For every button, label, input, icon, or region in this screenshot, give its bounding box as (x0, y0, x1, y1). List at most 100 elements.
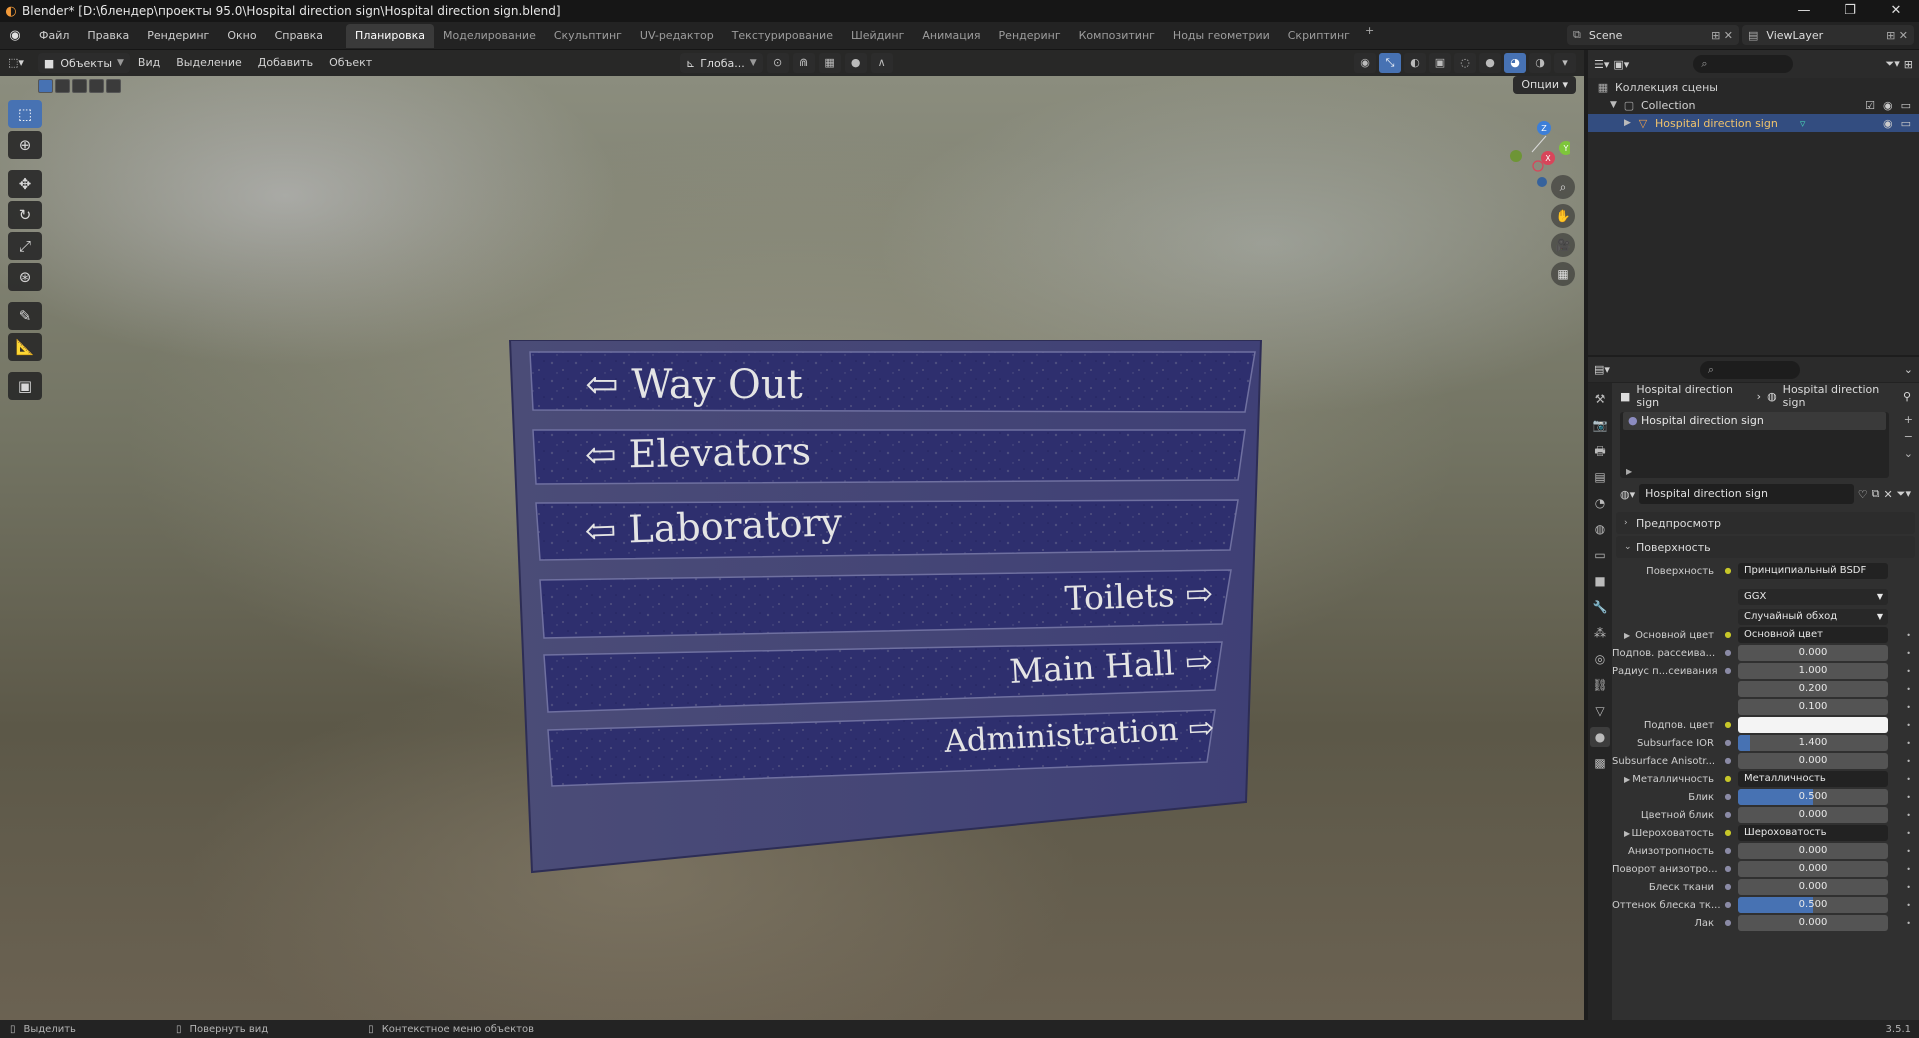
menu-window[interactable]: Окно (218, 22, 265, 50)
snap-icon[interactable]: ⋒ (792, 53, 815, 73)
number-field[interactable]: 1.400 (1738, 735, 1888, 751)
rotate-tool-icon[interactable]: ↻ (8, 201, 42, 229)
scene-tab-icon[interactable]: ◔ (1590, 493, 1610, 513)
keyframe-dot-icon[interactable]: • (1906, 721, 1911, 730)
unlink-material-icon[interactable]: ✕ (1883, 488, 1892, 501)
keyframe-dot-icon[interactable]: • (1906, 739, 1911, 748)
keyframe-dot-icon[interactable]: • (1906, 757, 1911, 766)
pan-hand-icon[interactable]: ✋ (1551, 204, 1575, 228)
blender-menu-icon[interactable]: ◉ (0, 28, 30, 43)
3d-viewport[interactable]: ⬚▾ ■ Объекты ▼ Вид Выделение Добавить Об… (0, 50, 1584, 1020)
rendered-shading-icon[interactable]: ◑ (1529, 53, 1551, 73)
socket-icon[interactable]: ● (1722, 827, 1734, 839)
proportional-edit-icon[interactable]: ● (844, 53, 867, 73)
select-intersect-icon[interactable] (106, 79, 121, 93)
socket-icon[interactable]: ● (1722, 809, 1734, 821)
number-field[interactable]: 0.000 (1738, 807, 1888, 823)
physics-tab-icon[interactable]: ◎ (1590, 649, 1610, 669)
outliner-search-input[interactable]: ⌕ (1693, 55, 1794, 73)
chevron-down-icon[interactable]: ⌄ (1904, 363, 1913, 376)
socket-icon[interactable]: ● (1722, 881, 1734, 893)
shading-options-icon[interactable]: ▾ (1554, 53, 1576, 73)
zoom-icon[interactable]: ⌕ (1551, 175, 1575, 199)
editor-type-icon[interactable]: ⬚▾ (0, 50, 32, 76)
linked-input-field[interactable]: Металличность (1738, 771, 1888, 787)
gizmo-neg-y[interactable] (1510, 150, 1522, 162)
menu-select[interactable]: Выделение (168, 50, 250, 76)
select-set-icon[interactable] (38, 79, 53, 93)
tab-texture-paint[interactable]: Текстурирование (723, 24, 842, 48)
close-button[interactable]: ✕ (1873, 0, 1919, 22)
socket-icon[interactable]: ● (1722, 647, 1734, 659)
gizmo-neg-z[interactable] (1537, 177, 1547, 187)
outliner-object-row[interactable]: ▶ ▽ Hospital direction sign ▿ ◉ ▭ (1588, 114, 1919, 132)
editor-type-icon[interactable]: ☰▾ (1594, 58, 1609, 71)
socket-icon[interactable]: ● (1722, 629, 1734, 641)
keyframe-dot-icon[interactable]: • (1906, 883, 1911, 892)
socket-icon[interactable]: ● (1722, 773, 1734, 785)
keyframe-dot-icon[interactable]: • (1906, 775, 1911, 784)
camera-icon[interactable]: ▭ (1901, 99, 1911, 112)
new-collection-icon[interactable]: ⊞ (1904, 58, 1913, 71)
fake-user-icon[interactable]: ♡ (1858, 488, 1868, 501)
socket-icon[interactable]: ● (1722, 863, 1734, 875)
tab-compositing[interactable]: Композитинг (1070, 24, 1164, 48)
camera-icon[interactable]: 🎥 (1551, 233, 1575, 257)
render-tab-icon[interactable]: 📷 (1590, 415, 1610, 435)
keyframe-dot-icon[interactable]: • (1906, 901, 1911, 910)
subsurface-method-select[interactable]: Случайный обход ▼ (1738, 609, 1888, 625)
duplicate-material-icon[interactable]: ⧉ (1872, 487, 1880, 501)
eye-icon[interactable]: ◉ (1883, 117, 1893, 130)
checkbox-icon[interactable]: ☑ (1865, 99, 1875, 112)
hospital-direction-sign[interactable]: ⇦ Way Out ⇦ Elevators ⇦ Laboratory Toilets … (500, 340, 1300, 960)
transform-orientation-select[interactable]: ⊾ Глоба... ▼ (680, 53, 763, 73)
socket-icon[interactable]: ● (1722, 899, 1734, 911)
distribution-select[interactable]: GGX ▼ (1738, 589, 1888, 605)
snap-target-icon[interactable]: ▦ (818, 53, 841, 73)
outliner-collection[interactable]: ▼ ▢ Collection ☑ ◉ ▭ (1588, 96, 1919, 114)
keyframe-dot-icon[interactable]: • (1906, 703, 1911, 712)
cursor-tool-icon[interactable]: ⊕ (8, 131, 42, 159)
socket-icon[interactable]: ● (1722, 845, 1734, 857)
wireframe-shading-icon[interactable]: ◌ (1454, 53, 1476, 73)
tab-sculpting[interactable]: Скульптинг (545, 24, 631, 48)
tab-animation[interactable]: Анимация (913, 24, 989, 48)
restore-button[interactable]: ❐ (1827, 0, 1873, 22)
keyframe-dot-icon[interactable]: • (1906, 919, 1911, 928)
texture-tab-icon[interactable]: ▩ (1590, 753, 1610, 773)
view-layer-selector[interactable]: ▤ ViewLayer ⊞ ✕ (1742, 25, 1914, 45)
number-field[interactable]: 0.500 (1738, 789, 1888, 805)
menu-file[interactable]: Файл (30, 22, 78, 50)
display-mode-icon[interactable]: ▣▾ (1613, 58, 1629, 71)
falloff-icon[interactable]: ∧ (870, 53, 893, 73)
number-field[interactable]: 0.000 (1738, 753, 1888, 769)
keyframe-dot-icon[interactable]: • (1906, 865, 1911, 874)
minimize-button[interactable]: — (1781, 0, 1827, 22)
number-field[interactable]: 0.500 (1738, 897, 1888, 913)
linked-input-field[interactable]: Шероховатость (1738, 825, 1888, 841)
transform-tool-icon[interactable]: ⊛ (8, 263, 42, 291)
options-button[interactable]: Опции ▾ (1513, 76, 1576, 94)
modifier-tab-icon[interactable]: 🔧 (1590, 597, 1610, 617)
view-layer-tab-icon[interactable]: ▤ (1590, 467, 1610, 487)
menu-edit[interactable]: Правка (78, 22, 138, 50)
socket-icon[interactable]: ● (1722, 665, 1734, 677)
world-tab-icon[interactable]: ◍ (1590, 519, 1610, 539)
expand-arrow-icon[interactable]: ▶ (1624, 631, 1630, 640)
material-tab-icon[interactable]: ● (1590, 727, 1610, 747)
socket-icon[interactable] (1722, 683, 1734, 695)
section-surface[interactable]: ⌄ Поверхность (1616, 536, 1915, 558)
scale-tool-icon[interactable]: ⤢ (8, 232, 42, 260)
slot-expand-icon[interactable]: ▶ (1626, 467, 1632, 476)
constraints-tab-icon[interactable]: ⛓ (1590, 675, 1610, 695)
menu-help[interactable]: Справка (266, 22, 332, 50)
solid-shading-icon[interactable]: ● (1479, 53, 1501, 73)
measure-tool-icon[interactable]: 📐 (8, 333, 42, 361)
socket-icon[interactable]: ● (1722, 565, 1734, 577)
editor-type-icon[interactable]: ▤▾ (1594, 363, 1610, 376)
keyframe-dot-icon[interactable]: • (1906, 685, 1911, 694)
select-subtract-icon[interactable] (72, 79, 87, 93)
add-workspace-button[interactable]: + (1359, 24, 1380, 48)
keyframe-dot-icon[interactable]: • (1906, 829, 1911, 838)
number-field[interactable]: 0.000 (1738, 915, 1888, 931)
